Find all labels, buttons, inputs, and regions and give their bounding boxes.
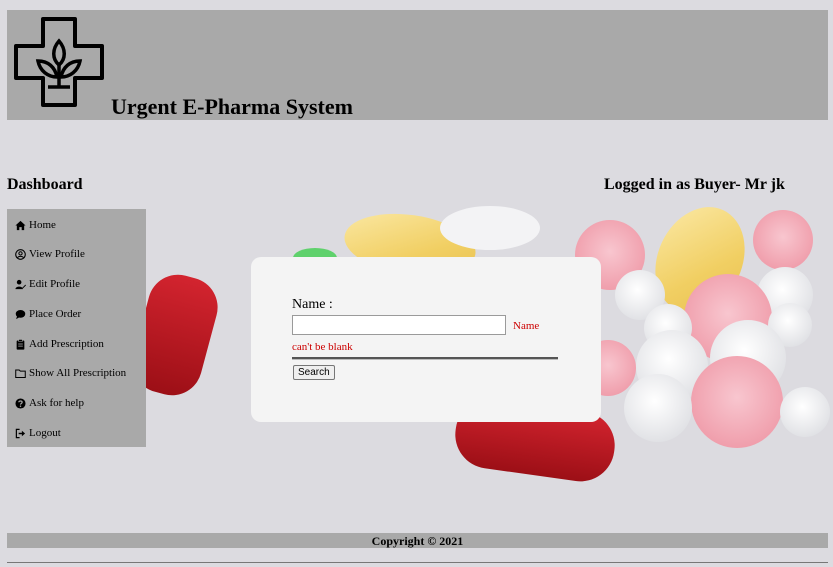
home-icon <box>15 220 26 230</box>
copyright-text: Copyright © 2021 <box>371 534 464 548</box>
sidebar-item-label: Add Prescription <box>29 338 104 350</box>
form-divider <box>292 357 558 360</box>
name-error-message-continued: can't be blank <box>292 341 353 353</box>
sidebar-item-label: Show All Prescription <box>29 367 127 379</box>
sidebar-item-add-prescription[interactable]: Add Prescription <box>15 336 104 352</box>
search-form-card: Name : Name can't be blank Search <box>251 257 601 422</box>
site-header: Urgent E-Pharma System <box>7 10 828 120</box>
sidebar-item-logout[interactable]: Logout <box>15 425 61 441</box>
sidebar-item-place-order[interactable]: Place Order <box>15 306 81 322</box>
sidebar-item-ask-for-help[interactable]: Ask for help <box>15 395 84 411</box>
bottom-divider <box>7 562 828 563</box>
question-circle-icon <box>15 397 26 409</box>
sidebar-item-home[interactable]: Home <box>15 217 56 233</box>
name-label: Name : <box>292 297 333 312</box>
sidebar-item-view-profile[interactable]: View Profile <box>15 246 85 262</box>
sign-out-icon <box>15 428 26 438</box>
sidebar-item-label: Ask for help <box>29 397 84 409</box>
site-title: Urgent E-Pharma System <box>111 94 353 119</box>
search-button[interactable]: Search <box>293 365 335 380</box>
chat-icon <box>15 309 26 319</box>
sidebar-item-label: Edit Profile <box>29 278 81 290</box>
name-error-message: Name <box>513 320 540 332</box>
sidebar-item-label: Home <box>29 219 56 231</box>
sidebar-menu: Home View Profile Edit Profile Place Ord… <box>7 209 146 447</box>
clipboard-icon <box>16 338 25 350</box>
sidebar-item-show-all-prescription[interactable]: Show All Prescription <box>15 365 126 381</box>
name-input[interactable] <box>292 315 506 335</box>
user-circle-icon <box>15 248 26 260</box>
folder-icon <box>15 369 26 378</box>
user-edit-icon <box>15 279 26 289</box>
sidebar-item-edit-profile[interactable]: Edit Profile <box>15 276 80 292</box>
footer: Copyright © 2021 <box>7 533 828 548</box>
logged-in-status: Logged in as Buyer- Mr jk <box>604 176 785 193</box>
sidebar-item-label: Place Order <box>29 308 82 320</box>
sidebar-item-label: Logout <box>29 427 61 439</box>
pharmacy-cross-leaf-icon <box>14 17 104 107</box>
sidebar-item-label: View Profile <box>29 248 85 260</box>
dashboard-heading: Dashboard <box>7 176 83 193</box>
